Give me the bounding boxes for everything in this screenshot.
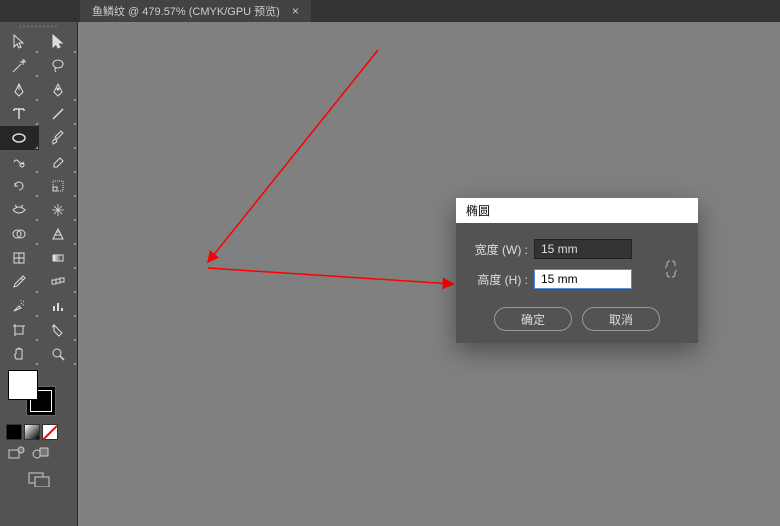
toolbox-grab[interactable] <box>0 22 77 30</box>
perspective-grid-tool[interactable] <box>39 222 78 246</box>
link-icon[interactable] <box>664 257 680 281</box>
ellipse-dialog: 椭圆 宽度 (W) : 高度 (H) : 确定 取消 <box>456 198 698 343</box>
zoom-tool[interactable] <box>39 342 78 366</box>
artboard-tool[interactable] <box>0 318 39 342</box>
height-label: 高度 (H) : <box>468 271 528 288</box>
color-swatches[interactable] <box>0 366 77 422</box>
symbol-sprayer-tool[interactable] <box>0 294 39 318</box>
width-tool[interactable] <box>0 198 39 222</box>
ok-button[interactable]: 确定 <box>494 307 572 331</box>
gradient-mode[interactable] <box>24 424 40 440</box>
rotate-tool[interactable] <box>0 174 39 198</box>
line-segment-tool[interactable] <box>39 102 78 126</box>
column-graph-tool[interactable] <box>39 294 78 318</box>
none-mode[interactable] <box>42 424 58 440</box>
close-icon[interactable]: × <box>292 4 299 18</box>
screen-mode-button[interactable] <box>0 465 77 493</box>
gradient-tool[interactable] <box>39 246 78 270</box>
shaper-tool[interactable] <box>0 150 39 174</box>
color-mode[interactable] <box>6 424 22 440</box>
slice-tool[interactable] <box>39 318 78 342</box>
selection-tool[interactable] <box>0 30 39 54</box>
width-input[interactable] <box>534 239 632 259</box>
fill-swatch[interactable] <box>8 370 38 400</box>
direct-selection-tool[interactable] <box>39 30 78 54</box>
dialog-title[interactable]: 椭圆 <box>456 198 698 223</box>
eraser-tool[interactable] <box>39 150 78 174</box>
curvature-tool[interactable] <box>39 78 78 102</box>
type-tool[interactable] <box>0 102 39 126</box>
hand-tool[interactable] <box>0 342 39 366</box>
eyedropper-tool[interactable] <box>0 270 39 294</box>
lasso-tool[interactable] <box>39 54 78 78</box>
paintbrush-tool[interactable] <box>39 126 78 150</box>
cancel-button[interactable]: 取消 <box>582 307 660 331</box>
document-tab[interactable]: 鱼鳞纹 @ 479.57% (CMYK/GPU 预览) × <box>80 0 311 22</box>
blend-tool[interactable] <box>39 270 78 294</box>
mesh-tool[interactable] <box>0 246 39 270</box>
draw-normal[interactable] <box>8 446 26 461</box>
ellipse-tool[interactable] <box>0 126 39 150</box>
shape-builder-tool[interactable] <box>0 222 39 246</box>
width-label: 宽度 (W) : <box>468 241 528 258</box>
draw-behind[interactable] <box>32 446 50 461</box>
toolbox <box>0 22 78 526</box>
free-transform-tool[interactable] <box>39 198 78 222</box>
tab-title: 鱼鳞纹 @ 479.57% (CMYK/GPU 预览) <box>92 3 280 19</box>
height-input[interactable] <box>534 269 632 289</box>
pen-tool[interactable] <box>0 78 39 102</box>
scale-tool[interactable] <box>39 174 78 198</box>
magic-wand-tool[interactable] <box>0 54 39 78</box>
